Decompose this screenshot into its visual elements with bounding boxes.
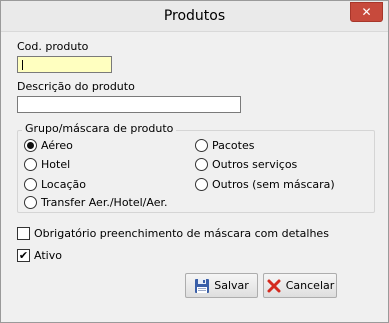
radio-outros-sem-mascara[interactable]: Outros (sem máscara)	[195, 177, 335, 191]
obrigatorio-checkbox[interactable]: Obrigatório preenchimento de máscara com…	[17, 226, 329, 240]
radio-aereo[interactable]: Aéreo	[24, 138, 73, 152]
descricao-label: Descrição do produto	[17, 80, 135, 93]
radio-button[interactable]	[24, 177, 37, 191]
text-caret	[22, 60, 23, 70]
radio-outros-servicos[interactable]: Outros serviços	[195, 157, 297, 171]
radio-hotel[interactable]: Hotel	[24, 157, 70, 171]
red-x-icon	[267, 279, 281, 292]
floppy-disk-icon	[195, 278, 210, 293]
obrigatorio-label: Obrigatório preenchimento de máscara com…	[34, 226, 329, 240]
radio-button[interactable]	[195, 177, 208, 191]
window-title: Produtos	[163, 8, 226, 24]
ativo-label: Ativo	[34, 248, 62, 262]
radio-label: Locação	[41, 177, 86, 191]
radio-button[interactable]	[195, 138, 208, 152]
radio-label: Aéreo	[41, 138, 73, 152]
cod-produto-label: Cod. produto	[17, 40, 89, 53]
radio-label: Pacotes	[212, 138, 255, 152]
close-button[interactable]: ✕	[350, 2, 383, 22]
radio-pacotes[interactable]: Pacotes	[195, 138, 254, 152]
radio-label: Transfer Aer./Hotel/Aer.	[41, 195, 168, 209]
radio-locacao[interactable]: Locação	[24, 177, 86, 191]
radio-label: Outros (sem máscara)	[212, 177, 335, 191]
checkbox-unchecked[interactable]	[17, 226, 30, 240]
title-bar[interactable]: Produtos ✕	[1, 1, 388, 32]
produtos-dialog: Produtos ✕ Cod. produto Descrição do pro…	[0, 0, 389, 323]
checkmark-icon[interactable]: ✔	[17, 248, 30, 262]
salvar-label: Salvar	[214, 279, 249, 292]
cancelar-button[interactable]: Cancelar	[263, 273, 337, 298]
radio-button[interactable]	[24, 195, 37, 209]
radio-label: Outros serviços	[212, 157, 298, 171]
radio-button[interactable]	[24, 157, 37, 171]
cancelar-label: Cancelar	[285, 279, 335, 292]
salvar-button[interactable]: Salvar	[185, 273, 258, 298]
cod-produto-input[interactable]	[17, 56, 112, 73]
close-icon: ✕	[361, 5, 372, 19]
radio-button[interactable]	[195, 157, 208, 171]
radio-button-checked[interactable]	[24, 138, 37, 152]
ativo-checkbox[interactable]: ✔ Ativo	[17, 248, 62, 262]
radio-transfer[interactable]: Transfer Aer./Hotel/Aer.	[24, 195, 168, 209]
descricao-input[interactable]	[17, 96, 241, 113]
radio-label: Hotel	[41, 157, 71, 171]
grupo-legend: Grupo/máscara de produto	[22, 122, 177, 135]
